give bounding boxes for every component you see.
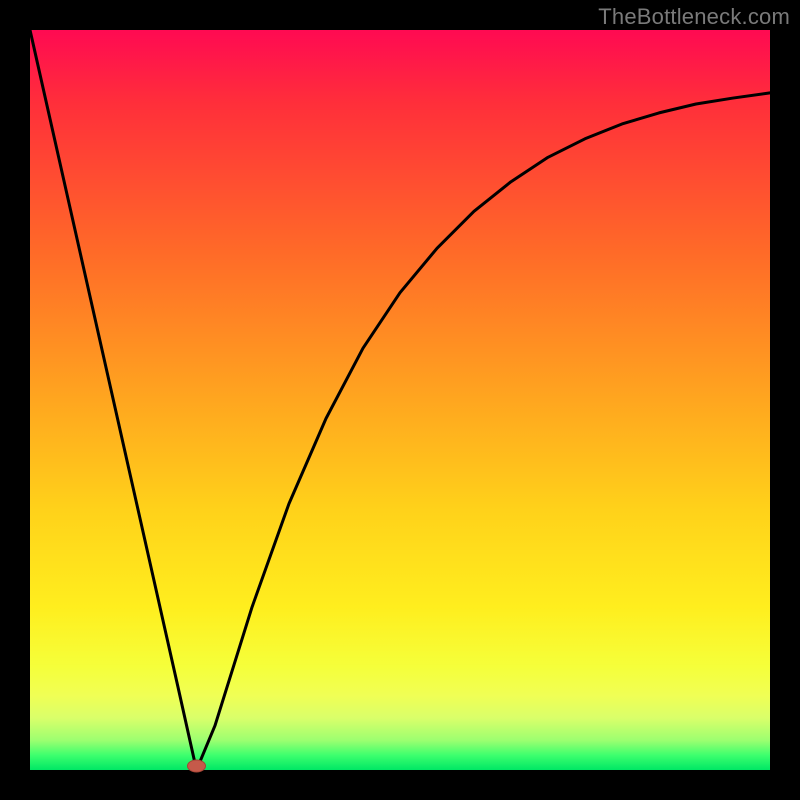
bottleneck-curve bbox=[30, 30, 770, 770]
minimum-marker bbox=[188, 760, 206, 772]
plot-area bbox=[30, 30, 770, 770]
curve-layer bbox=[30, 30, 770, 770]
watermark-text: TheBottleneck.com bbox=[598, 4, 790, 30]
chart-frame: TheBottleneck.com bbox=[0, 0, 800, 800]
